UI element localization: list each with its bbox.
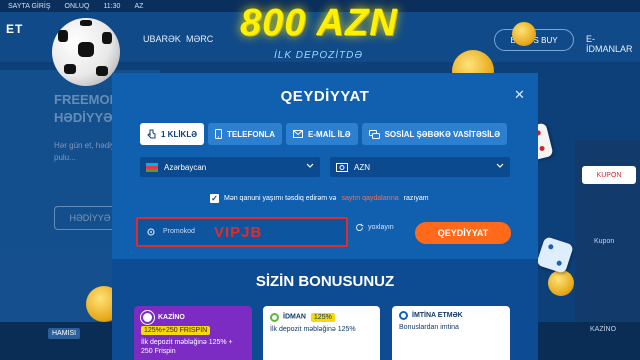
promocode-value: VIPJB <box>214 224 263 241</box>
bonus-card-casino[interactable]: KAZİNO 125%+250 FRİSPİN İlk depozit məbl… <box>134 306 252 360</box>
terms-checkbox[interactable]: ✓ <box>210 194 219 203</box>
verify-promocode-link[interactable]: yoxlayın <box>355 223 394 232</box>
filter-all-button[interactable]: HAMISI <box>48 328 81 339</box>
azerbaijan-flag-icon <box>146 162 158 172</box>
refresh-icon <box>356 223 364 231</box>
terms-text-pre: Mən qanuni yaşımı təsdiq edirəm və <box>224 195 337 202</box>
country-select[interactable]: Azərbaycan <box>140 157 320 177</box>
tab-email[interactable]: E-MAİL İLƏ <box>286 123 358 145</box>
kupon-button[interactable]: KUPON <box>582 166 636 184</box>
bonus-title: SİZİN BONUSUNUZ <box>255 273 395 290</box>
bonus-card-name: KAZİNO <box>158 314 185 321</box>
kupon-subtext: Kupon <box>594 238 615 245</box>
soccer-ball-icon <box>52 18 120 86</box>
modal-title: QEYDİYYAT <box>280 88 370 105</box>
pointer-icon <box>147 129 156 139</box>
tab-label: TELEFONLA <box>227 129 276 139</box>
terms-text-post: razıyam <box>403 195 429 202</box>
radio-unselected <box>270 312 279 322</box>
coin-icon <box>548 270 574 296</box>
chevron-down-icon <box>496 163 504 168</box>
bonus-card-decline[interactable]: İMTİNA ETMƏK Bonuslardan imtina <box>392 306 510 360</box>
bonus-badge: 125% <box>310 313 335 322</box>
nav-item-esports[interactable]: E-İDMANLAR <box>586 34 640 54</box>
promocode-placeholder: Promokod <box>163 228 195 235</box>
tab-label: SOSİAL ŞƏBƏKƏ VASİTƏSİLƏ <box>384 129 501 139</box>
radio-selected <box>141 311 154 324</box>
chat-icon <box>368 129 380 139</box>
tab-label: E-MAİL İLƏ <box>308 129 351 139</box>
currency-select[interactable]: AZN <box>330 157 510 177</box>
nav-item-promo[interactable]: UBARƏK <box>143 34 181 44</box>
language-select[interactable]: AZ <box>134 3 143 10</box>
casino-section-label: KAZİNO <box>590 326 617 333</box>
register-button[interactable]: QEYDİYYAT <box>415 222 511 244</box>
gear-icon <box>147 228 155 236</box>
site-logo[interactable]: ET <box>6 22 23 36</box>
chevron-down-icon <box>306 163 314 168</box>
country-value: Azərbaycan <box>164 162 207 172</box>
bonus-desc: İlk depozit məbləğinə 125% <box>270 326 356 333</box>
verify-label: yoxlayın <box>368 224 394 231</box>
dice-icon <box>536 236 574 274</box>
nav-item-bets[interactable]: MƏRC <box>186 34 213 44</box>
terms-agreement: ✓ Mən qanuni yaşımı təsdiq edirəm və say… <box>210 194 429 203</box>
bonus-desc: İlk depozit məbləğinə 125% + 250 Frispin <box>141 339 233 355</box>
bonus-card-sport[interactable]: İDMAN 125% İlk depozit məbləğinə 125% <box>263 306 380 360</box>
clock: 11:30 <box>103 2 121 10</box>
bonus-badge: 125%+250 FRİSPİN <box>141 326 211 335</box>
bonus-card-name: İMTİNA ETMƏK <box>412 312 463 319</box>
promo-headline: 800 AZN <box>240 2 398 44</box>
terms-link[interactable]: saytın qaydalarına <box>341 195 398 202</box>
mail-icon <box>293 130 304 138</box>
currency-value: AZN <box>354 162 370 172</box>
registration-tabs: 1 KLİKLƏ TELEFONLA E-MAİL İLƏ SOSİAL ŞƏB… <box>140 123 508 145</box>
online-toggle[interactable]: ONLUQ <box>65 3 90 10</box>
bonus-desc: Bonuslardan imtina <box>399 324 459 331</box>
currency-icon <box>336 162 348 172</box>
tab-one-click[interactable]: 1 KLİKLƏ <box>140 123 205 145</box>
close-icon[interactable]: ✕ <box>514 87 525 103</box>
bonus-card-name: İDMAN <box>283 313 306 321</box>
coin-icon <box>512 22 536 46</box>
phone-icon <box>215 129 223 139</box>
register-label: QEYDİYYAT <box>437 228 489 238</box>
promo-subheadline: İLK DEPOZİTDƏ <box>274 50 364 61</box>
bonus-section: SİZİN BONUSUNUZ KAZİNO 125%+250 FRİSPİN … <box>112 259 538 360</box>
registration-modal: QEYDİYYAT ✕ 1 KLİKLƏ TELEFONLA E-MAİL İL… <box>112 73 538 360</box>
tab-phone[interactable]: TELEFONLA <box>208 123 283 145</box>
promocode-input[interactable]: Promokod VIPJB <box>136 217 348 247</box>
radio-unselected <box>399 311 408 320</box>
tab-social[interactable]: SOSİAL ŞƏBƏKƏ VASİTƏSİLƏ <box>361 123 508 145</box>
signin-link[interactable]: SAYTA GİRİŞ <box>8 3 51 10</box>
tab-label: 1 KLİKLƏ <box>161 129 198 139</box>
